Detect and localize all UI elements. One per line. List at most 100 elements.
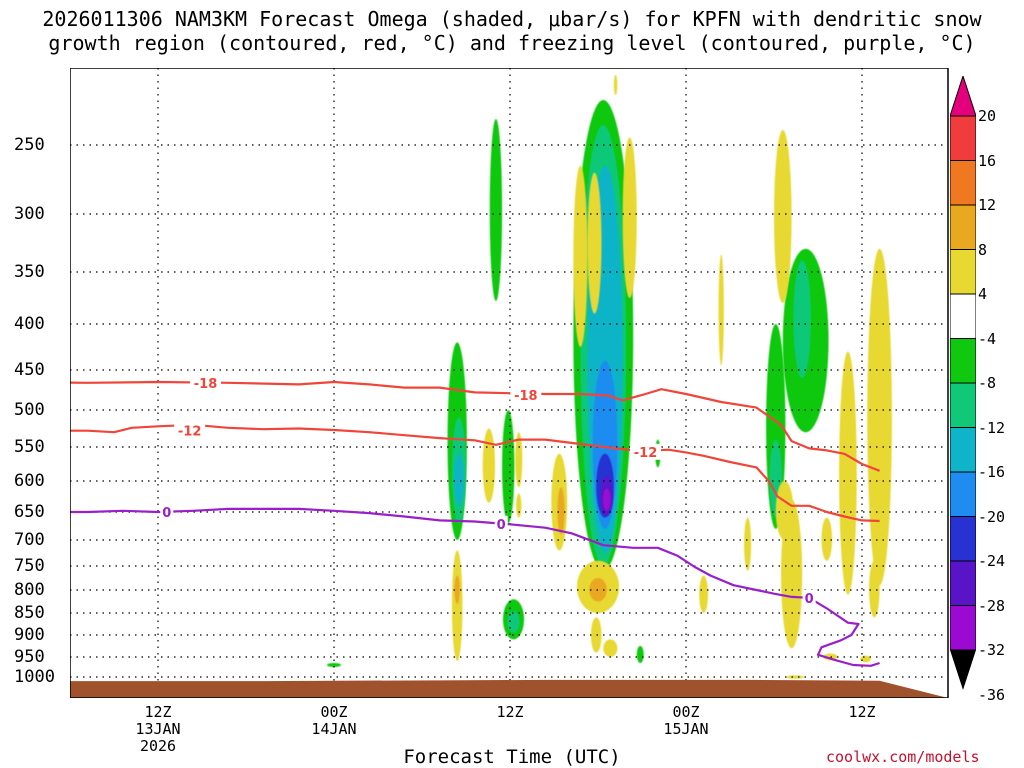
contour-line-0 <box>70 507 880 667</box>
omega-region-19 <box>636 646 644 663</box>
omega-region-27 <box>482 428 496 503</box>
omega-region-0 <box>489 119 503 302</box>
colorbar-bin-5 <box>950 293 976 339</box>
omega-region-44 <box>860 655 871 663</box>
x-tick-label-3: 00Z 15JAN <box>646 704 726 738</box>
contour-label-0-2: 0 <box>805 592 814 607</box>
y-tick-label-650: 650 <box>14 502 45 522</box>
omega-region-7 <box>602 488 611 511</box>
colorbar-bin-11 <box>950 560 976 606</box>
y-tick-label-900: 900 <box>14 625 45 645</box>
omega-region-21 <box>573 165 588 347</box>
colorbar-bin-9 <box>950 471 976 517</box>
colorbar-label-10: -24 <box>978 552 1006 570</box>
omega-shading <box>326 75 892 679</box>
omega-region-49 <box>786 675 804 679</box>
colorbar-bin-1 <box>950 115 976 161</box>
x-tick-label-0-line-0: 12Z <box>144 703 172 721</box>
omega-region-10 <box>454 453 464 506</box>
y-tick-label-300: 300 <box>14 204 45 224</box>
chart-title-line2: growth region (contoured, red, °C) and f… <box>48 31 976 55</box>
omega-region-40 <box>775 481 794 540</box>
ground-fill <box>70 679 948 698</box>
omega-region-24 <box>718 254 724 366</box>
y-tick-label-350: 350 <box>14 262 45 282</box>
omega-region-22 <box>587 172 602 314</box>
y-tick-label-950: 950 <box>14 647 45 667</box>
x-tick-label-2: 12Z <box>470 704 550 721</box>
colorbar-label-4: 4 <box>978 285 988 303</box>
omega-region-34 <box>516 493 522 518</box>
ground <box>70 679 948 698</box>
omega-region-35 <box>451 550 463 661</box>
chart-title-line1: 2026011306 NAM3KM Forecast Omega (shaded… <box>42 7 982 31</box>
contour-label-0-1: 0 <box>497 518 506 533</box>
y-tick-label-1000: 1000 <box>14 667 55 687</box>
colorbar-label-2: 12 <box>978 196 997 214</box>
x-tick-label-0-line-1: 13JAN <box>135 720 181 738</box>
omega-region-25 <box>774 130 792 304</box>
colorbar-bin-4 <box>950 249 976 295</box>
colorbar-label-12: -32 <box>978 641 1006 659</box>
colorbar-bin-6 <box>950 338 976 384</box>
y-tick-label-550: 550 <box>14 437 45 457</box>
x-tick-label-3-line-1: 15JAN <box>663 720 709 738</box>
y-tick-label-500: 500 <box>14 400 45 420</box>
contour-label-0-0: 0 <box>162 506 171 521</box>
x-tick-label-4: 12Z <box>822 704 902 721</box>
y-tick-label-600: 600 <box>14 471 45 491</box>
omega-region-41 <box>821 517 833 561</box>
colorbar-label-7: -12 <box>978 418 1006 437</box>
contour-label--18-1: -18 <box>514 389 538 404</box>
x-tick-label-1: 00Z 14JAN <box>294 704 374 738</box>
contours: -18 -18 -12 -12 0 0 0 <box>70 374 880 667</box>
colorbar-label-1: 16 <box>978 151 997 170</box>
omega-region-42 <box>839 351 857 595</box>
omega-region-47 <box>874 282 885 425</box>
colorbar-label-0: 20 <box>978 107 997 125</box>
contour-label--18-0: -18 <box>194 377 218 392</box>
omega-region-37 <box>699 575 708 613</box>
colorbar-bin-2 <box>950 160 976 206</box>
colorbar-bin-0 <box>950 76 976 117</box>
x-tick-label-4-line-0: 12Z <box>848 703 876 721</box>
contour-label--12-0: -12 <box>178 425 202 440</box>
colorbar <box>950 76 976 690</box>
x-tick-label-2-line-0: 12Z <box>496 703 524 721</box>
y-tick-label-450: 450 <box>14 360 45 380</box>
colorbar-label-8: -16 <box>978 463 1006 481</box>
contour-label--12-1: -12 <box>634 446 658 461</box>
omega-region-36 <box>454 575 460 604</box>
omega-region-29 <box>557 487 565 535</box>
colorbar-label-11: -28 <box>978 596 1006 615</box>
x-tick-label-1-line-1: 14JAN <box>311 720 357 738</box>
y-tick-label-700: 700 <box>14 530 45 550</box>
omega-region-32 <box>590 617 602 653</box>
omega-region-23 <box>622 137 637 298</box>
y-tick-label-800: 800 <box>14 580 45 600</box>
colorbar-bin-8 <box>950 427 976 473</box>
colorbar-bin-3 <box>950 204 976 250</box>
colorbar-label-3: 8 <box>978 240 988 259</box>
colorbar-label-6: -8 <box>978 374 997 392</box>
omega-region-38 <box>744 517 752 571</box>
colorbar-label-9: -20 <box>978 507 1006 526</box>
x-tick-label-3-line-0: 00Z <box>672 703 700 721</box>
omega-region-13 <box>507 610 520 633</box>
omega-region-11 <box>502 410 515 524</box>
credit-link[interactable]: coolwx.com/models <box>826 748 980 766</box>
colorbar-bin-13-extend <box>950 650 976 690</box>
colorbar-label-13: -36 <box>978 685 1006 704</box>
omega-region-48 <box>613 75 618 95</box>
y-tick-label-400: 400 <box>14 314 45 334</box>
omega-region-17 <box>793 260 811 378</box>
colorbar-bin-7 <box>950 382 976 428</box>
x-tick-label-1-line-0: 00Z <box>320 703 348 721</box>
omega-cross-section: -18 -18 -12 -12 0 0 0 <box>70 68 949 698</box>
y-tick-label-850: 850 <box>14 603 45 623</box>
colorbar-bin-12 <box>950 605 976 651</box>
omega-region-33 <box>603 639 618 657</box>
colorbar-label-5: -4 <box>978 329 997 348</box>
y-tick-label-250: 250 <box>14 135 45 155</box>
y-tick-label-750: 750 <box>14 556 45 576</box>
